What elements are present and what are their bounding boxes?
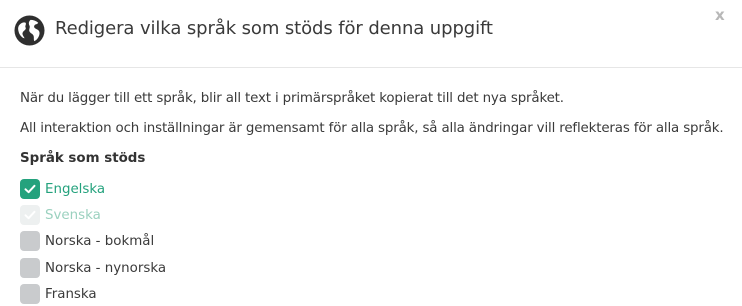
language-option-engelska[interactable]: Engelska	[20, 179, 105, 199]
edit-languages-dialog: Redigera vilka språk som stöds för denna…	[0, 0, 742, 306]
checkbox-franska[interactable]	[20, 284, 40, 304]
checkbox-engelska[interactable]	[20, 179, 40, 199]
check-icon	[24, 184, 36, 194]
info-text-copy: När du lägger till ett språk, blir all t…	[20, 91, 564, 106]
checkbox-norska-nynorska[interactable]	[20, 258, 40, 278]
checkbox-svenska	[20, 205, 40, 225]
language-option-svenska: Svenska	[20, 205, 101, 225]
check-icon	[24, 210, 36, 220]
language-option-franska[interactable]: Franska	[20, 284, 97, 304]
checkbox-norska-bokmal[interactable]	[20, 231, 40, 251]
globe-icon	[14, 15, 45, 46]
supported-languages-heading: Språk som stöds	[20, 151, 146, 166]
language-label: Norska - nynorska	[45, 260, 167, 276]
close-icon[interactable]: x	[715, 6, 725, 24]
language-label: Norska - bokmål	[45, 233, 155, 249]
language-label: Franska	[45, 286, 97, 302]
language-label: Svenska	[45, 207, 101, 223]
language-label: Engelska	[45, 181, 106, 197]
language-option-norska-nynorska[interactable]: Norska - nynorska	[20, 258, 166, 278]
dialog-header: Redigera vilka språk som stöds för denna…	[0, 0, 742, 68]
info-text-shared: All interaktion och inställningar är gem…	[20, 121, 724, 136]
language-option-norska-bokmal[interactable]: Norska - bokmål	[20, 231, 154, 251]
dialog-title: Redigera vilka språk som stöds för denna…	[55, 18, 493, 39]
